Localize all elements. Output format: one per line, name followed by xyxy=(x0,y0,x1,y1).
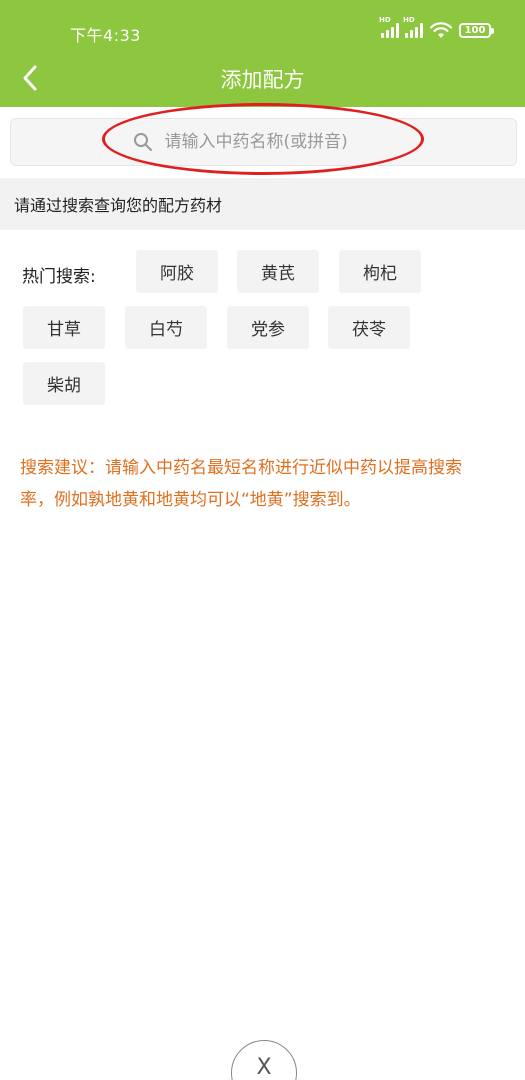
hot-tag[interactable]: 白芍 xyxy=(125,306,207,349)
hot-tag[interactable]: 党参 xyxy=(227,306,309,349)
hot-tag[interactable]: 甘草 xyxy=(23,306,105,349)
header-bar: 下午4:33 HD HD 100 添加配方 xyxy=(0,0,525,107)
navbar: 添加配方 xyxy=(0,50,525,107)
battery-icon: 100 xyxy=(459,22,494,38)
close-button[interactable]: X xyxy=(231,1040,297,1080)
hot-tag[interactable]: 茯苓 xyxy=(328,306,410,349)
status-icons: HD HD 100 xyxy=(379,16,494,40)
hot-tag[interactable]: 黄芪 xyxy=(237,250,319,293)
section-prompt: 请通过搜索查询您的配方药材 xyxy=(0,178,525,230)
hot-search-label: 热门搜索: xyxy=(22,267,96,287)
search-input[interactable] xyxy=(164,132,395,152)
search-bar[interactable] xyxy=(10,118,517,166)
wifi-icon xyxy=(429,22,453,38)
battery-level: 100 xyxy=(464,24,486,36)
hot-tag[interactable]: 阿胶 xyxy=(136,250,218,293)
signal-hd-label: HD xyxy=(379,16,391,24)
page-title: 添加配方 xyxy=(220,68,305,92)
signal-hd-label-2: HD xyxy=(403,16,415,24)
search-tip: 搜索建议：请输入中药名最短名称进行近似中药以提高搜索率，例如孰地黄和地黄均可以“… xyxy=(20,458,462,510)
signal-icon-2: HD xyxy=(403,16,423,38)
search-icon xyxy=(133,133,152,151)
hot-tag[interactable]: 柴胡 xyxy=(23,362,105,405)
signal-icon: HD xyxy=(379,16,399,38)
hot-tag[interactable]: 枸杞 xyxy=(339,250,421,293)
status-time: 下午4:33 xyxy=(70,26,141,45)
